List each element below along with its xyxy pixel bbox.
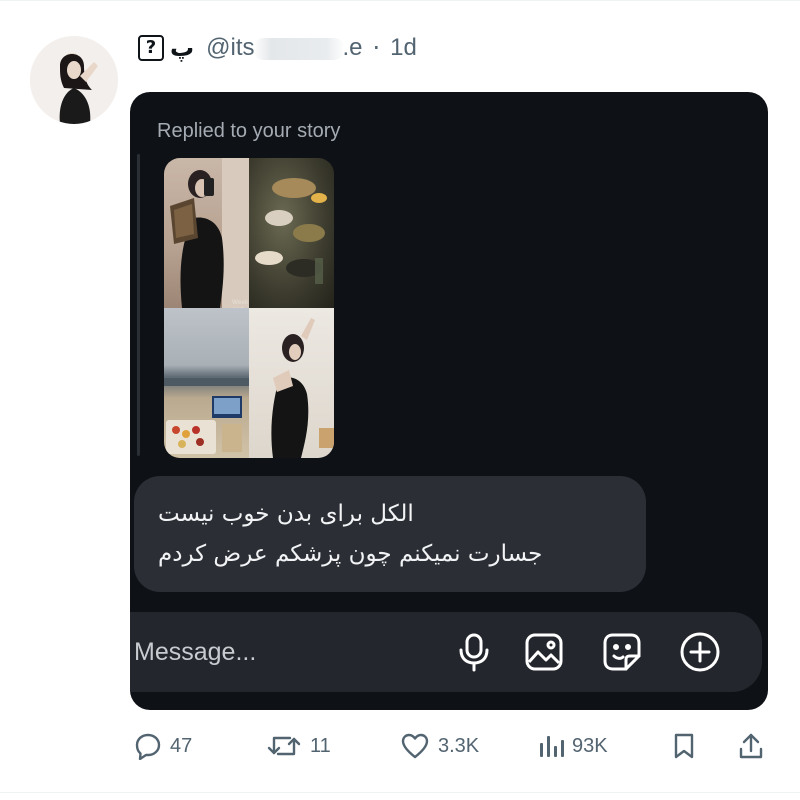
sticker-icon[interactable] [600,630,644,674]
redaction-blur [252,37,345,60]
repost-count: 11 [310,734,331,757]
gallery-icon[interactable] [522,630,566,674]
microphone-icon[interactable] [452,630,496,674]
author-handle[interactable]: @its .e [206,34,362,62]
share-button[interactable] [738,726,764,766]
story-photo-beach [164,308,249,458]
message-line: الکل برای بدن خوب نیست [158,501,414,527]
views-button[interactable]: 93K [538,726,608,766]
separator-dot: · [372,34,381,62]
replied-label: Replied to your story [157,120,341,142]
bookmark-button[interactable] [672,726,696,766]
attached-screenshot[interactable]: Replied to your story Week-end [130,92,768,710]
views-icon [538,733,564,759]
divider [0,792,800,793]
tweet: ? پ @its .e · 1d Replied to your story We… [0,0,800,800]
timestamp[interactable]: 1d [390,34,417,62]
reply-button[interactable]: 47 [134,726,192,766]
repost-icon [266,733,302,759]
repost-button[interactable]: 11 [266,726,331,766]
reply-icon [134,732,162,760]
question-emoji-icon: ? [138,35,164,61]
like-button[interactable]: 3.3K [400,726,479,766]
message-input[interactable] [134,634,414,670]
views-count: 93K [572,734,608,757]
story-thumbnail[interactable]: Week-end [164,158,334,458]
bookmark-icon [672,732,696,760]
reply-indicator-bar [137,154,140,456]
message-composer [130,612,762,692]
message-line: جسارت نمیکنم چون پزشکم عرض کردم [158,541,543,567]
author-name[interactable]: پ [170,34,194,62]
avatar[interactable] [30,36,118,124]
tweet-header: ? پ @its .e · 1d [138,32,417,64]
share-icon [738,732,764,760]
like-count: 3.3K [438,734,480,757]
story-photo-mirror-selfie: Week-end [164,158,249,308]
reply-count: 47 [170,734,193,757]
plus-circle-icon[interactable] [678,630,722,674]
tweet-actions: 47 11 3.3K 93K [0,726,800,766]
heart-icon [400,732,430,760]
handle-prefix: @its [206,34,255,61]
story-photo-table [249,158,334,308]
message-bubble[interactable]: الکل برای بدن خوب نیست جسارت نمیکنم چون … [134,476,646,592]
handle-suffix: .e [342,34,363,61]
story-photo-black-dress [249,308,334,458]
divider [0,0,800,1]
story-caption: Week-end [232,299,249,308]
